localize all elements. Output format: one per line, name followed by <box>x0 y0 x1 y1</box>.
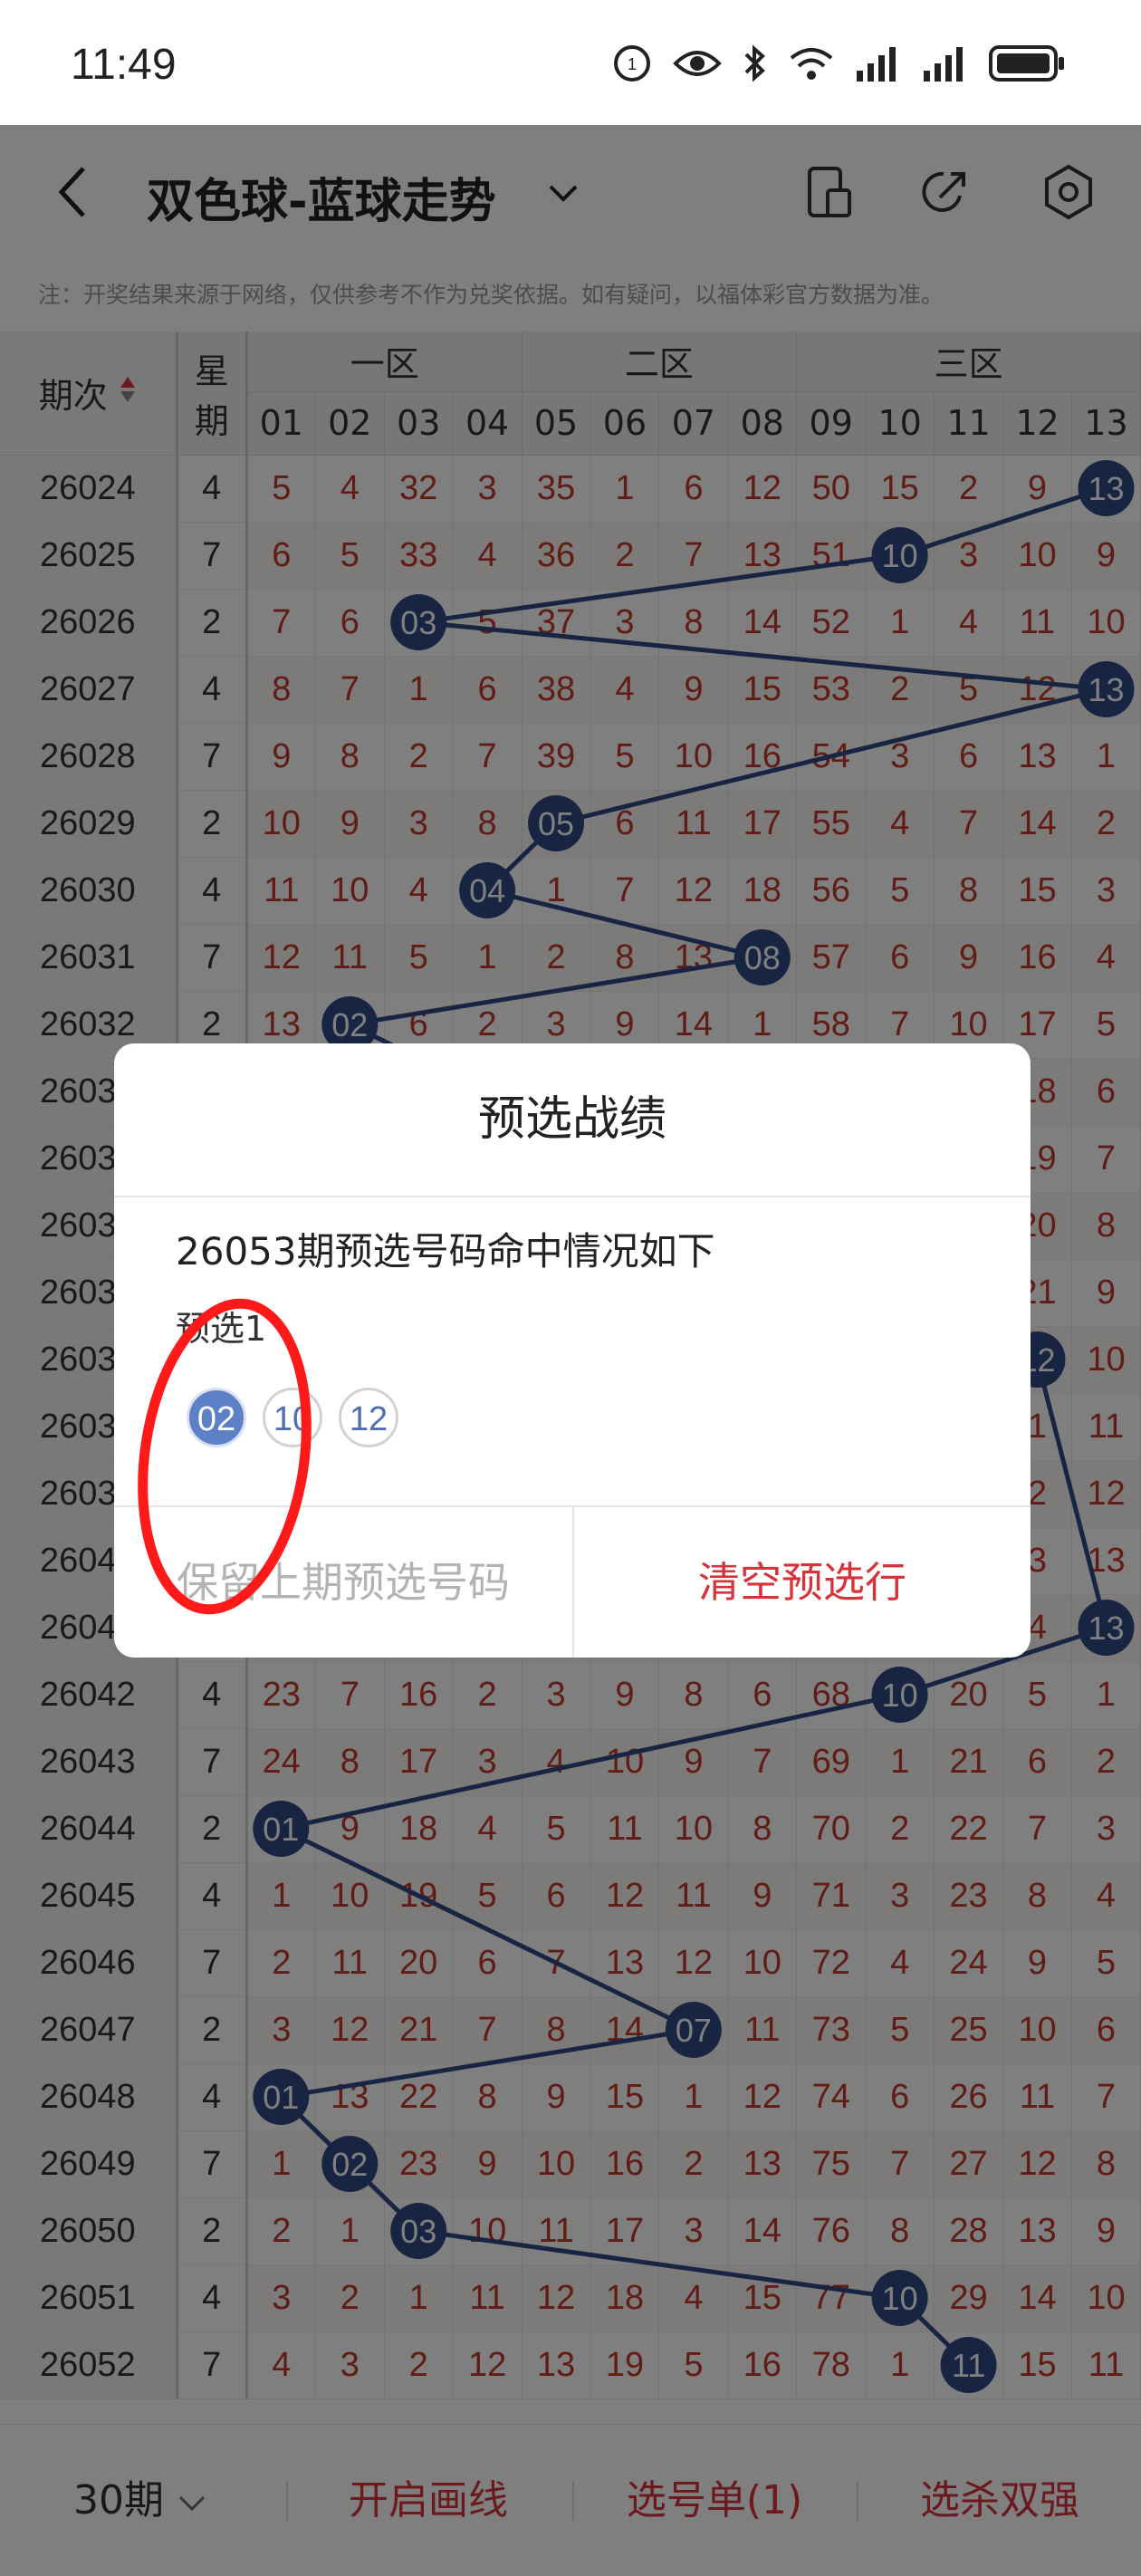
red-circle-annotation <box>138 1298 312 1615</box>
